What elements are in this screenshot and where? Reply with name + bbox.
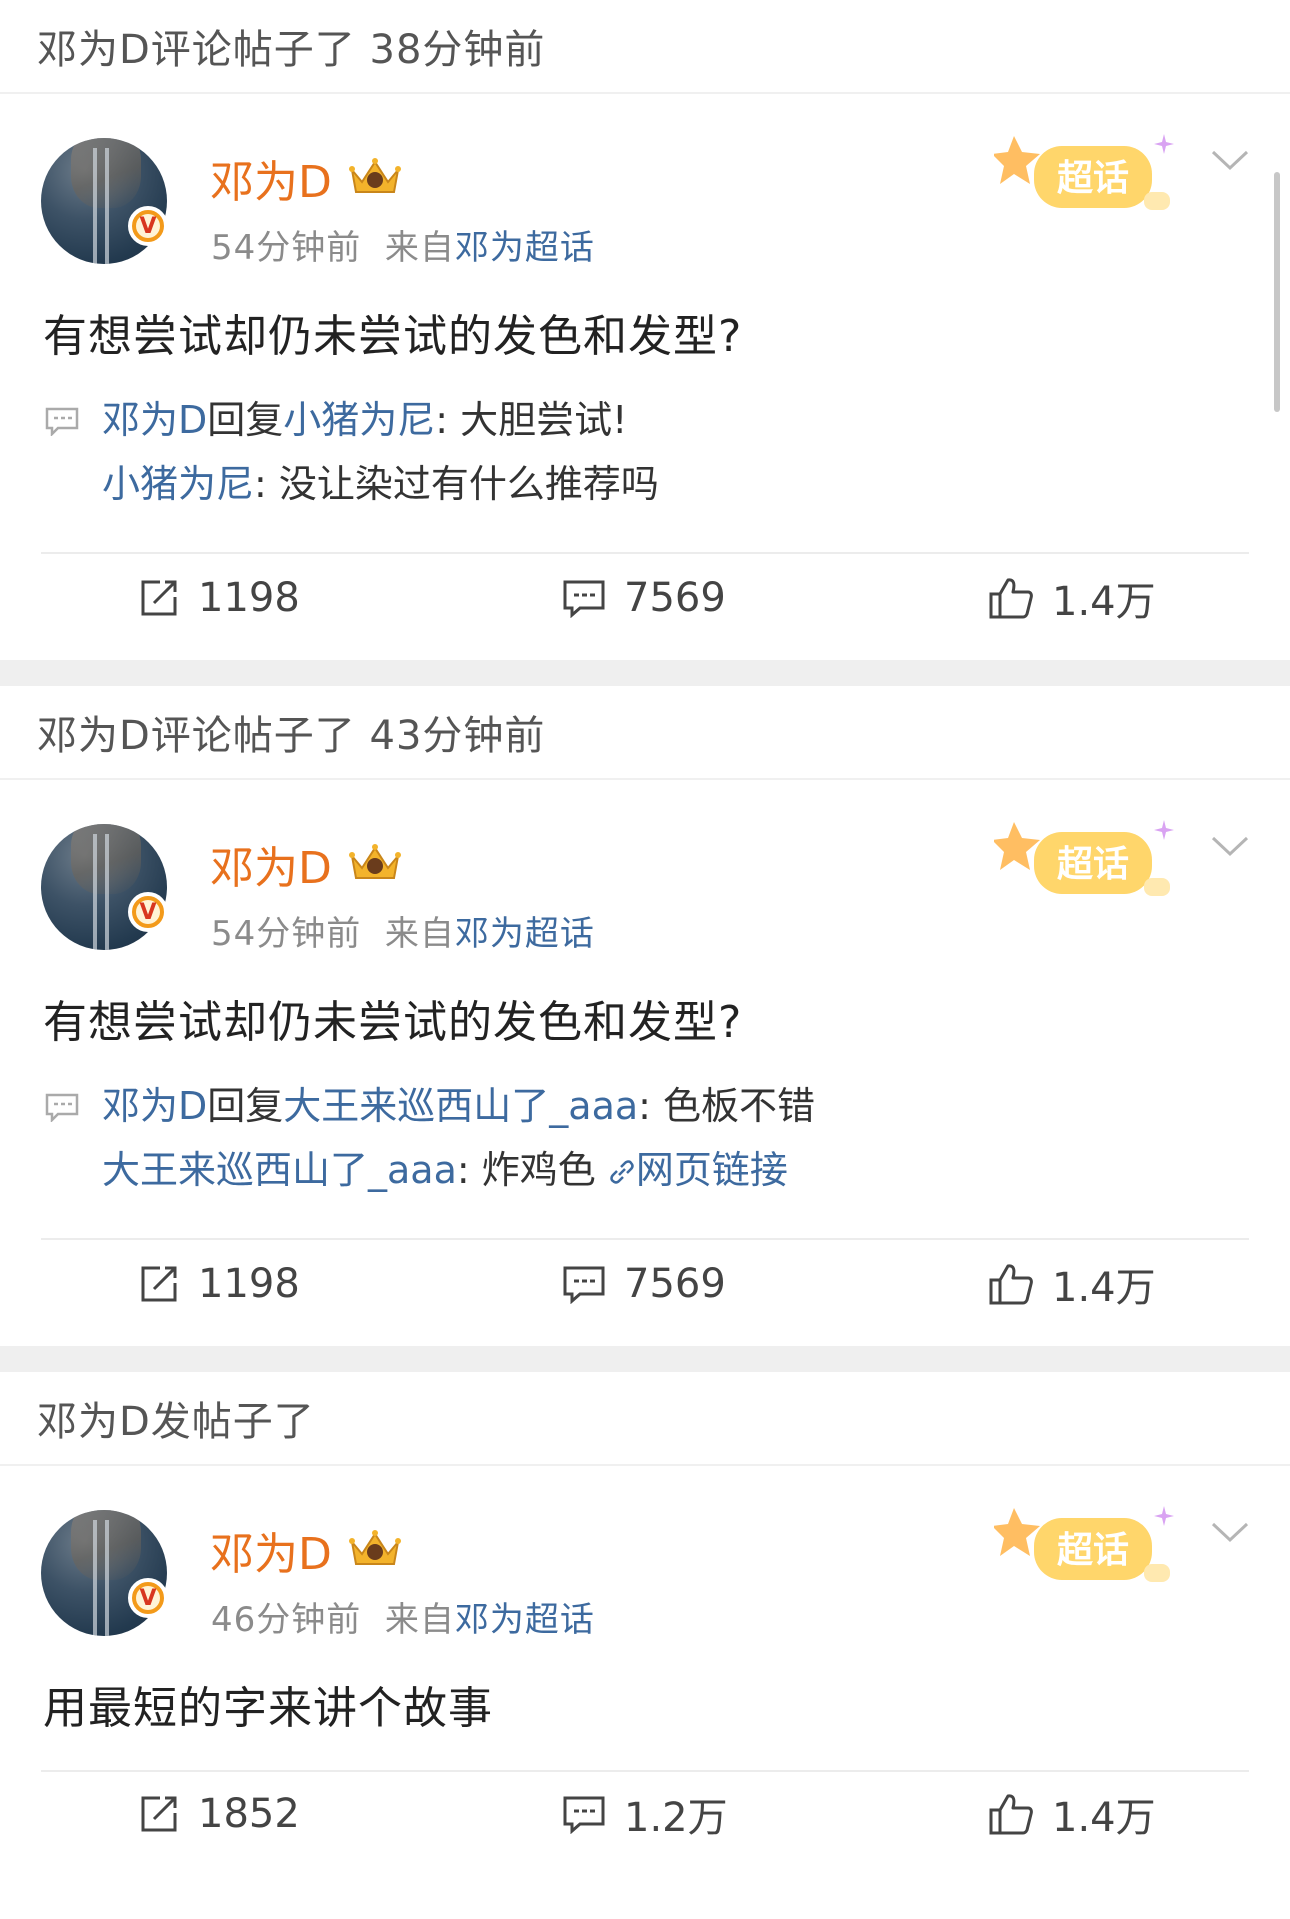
reply-bubble-icon [45,407,79,436]
user-name[interactable]: 邓为D [210,1518,332,1582]
action-bar: 1198 7569 1.4万 [0,1254,1290,1314]
repost-icon [141,1796,177,1832]
post-card[interactable]: V 邓为D 46分钟前 来自邓为超话 超话 用最短的字来讲个故事 1852 1.… [0,1466,1290,1866]
reply-target[interactable]: 大王来巡西山了_aaa [283,1084,638,1128]
divider [41,1238,1249,1240]
comment-icon [563,1796,605,1834]
like-icon [989,1794,1033,1835]
reply-user[interactable]: 邓为D [102,398,207,442]
section-gap [0,660,1290,686]
reply-bubble-icon [45,1093,79,1122]
crown-icon [349,158,401,193]
action-bar: 1852 1.2万 1.4万 [0,1784,1290,1844]
reply-line: 小猪为尼: 没让染过有什么推荐吗 [102,462,659,506]
chaohua-badge[interactable]: 超话 [994,1498,1182,1598]
comment-preview[interactable]: 邓为D回复小猪为尼: 大胆尝试! 小猪为尼: 没让染过有什么推荐吗 [44,388,659,516]
chaohua-badge[interactable]: 超话 [994,126,1182,226]
source-link[interactable]: 邓为超话 [455,1600,595,1640]
comment-preview[interactable]: 邓为D回复大王来巡西山了_aaa: 色板不错 大王来巡西山了_aaa: 炸鸡色 … [44,1074,815,1202]
chaohua-badge[interactable]: 超话 [994,812,1182,912]
like-button[interactable]: 1.4万 [988,1254,1156,1314]
reply-line: 大王来巡西山了_aaa: 炸鸡色 网页链接 [102,1148,788,1192]
repost-button[interactable]: 1198 [138,1254,300,1314]
web-link[interactable]: 网页链接 [608,1148,788,1192]
scrollbar[interactable] [1274,172,1280,412]
activity-header: 邓为D评论帖子了 38分钟前 [0,0,1290,94]
post-card[interactable]: V 邓为D 54分钟前 来自邓为超话 超话 有想尝试却仍未尝试的发色和发型? 邓… [0,780,1290,1346]
post-text: 有想尝试却仍未尝试的发色和发型? [43,311,743,362]
crown-icon [349,844,401,879]
svg-text:超话: 超话 [1057,844,1129,885]
reply-user[interactable]: 邓为D [102,1084,207,1128]
svg-text:超话: 超话 [1057,1530,1129,1571]
reply-user[interactable]: 小猪为尼 [102,462,254,506]
comment-icon [563,1266,605,1304]
source-link[interactable]: 邓为超话 [455,228,595,268]
reply-line: 邓为D回复小猪为尼: 大胆尝试! [102,398,628,442]
divider [41,552,1249,554]
post-meta: 46分钟前 来自邓为超话 [211,1600,595,1640]
activity-header: 邓为D发帖子了 [0,1372,1290,1466]
comment-button[interactable]: 7569 [562,568,726,628]
user-name[interactable]: 邓为D [210,832,332,896]
action-bar: 1198 7569 1.4万 [0,568,1290,628]
verified-badge: V [128,892,168,932]
verified-badge: V [128,206,168,246]
chevron-down-icon[interactable] [1210,1520,1250,1544]
repost-button[interactable]: 1198 [138,568,300,628]
like-button[interactable]: 1.4万 [988,568,1156,628]
repost-icon [141,1266,177,1302]
user-name[interactable]: 邓为D [210,146,332,210]
section-gap [0,1346,1290,1372]
comment-button[interactable]: 1.2万 [562,1784,728,1844]
reply-user[interactable]: 大王来巡西山了_aaa [102,1148,457,1192]
crown-icon [349,1530,401,1565]
svg-text:超话: 超话 [1057,158,1129,199]
comment-button[interactable]: 7569 [562,1254,726,1314]
reply-target[interactable]: 小猪为尼 [283,398,435,442]
chevron-down-icon[interactable] [1210,834,1250,858]
source-link[interactable]: 邓为超话 [455,914,595,954]
like-icon [989,578,1033,619]
post-meta: 54分钟前 来自邓为超话 [211,914,595,954]
post-text: 有想尝试却仍未尝试的发色和发型? [43,997,743,1048]
chevron-down-icon[interactable] [1210,148,1250,172]
like-icon [989,1264,1033,1305]
reply-line: 邓为D回复大王来巡西山了_aaa: 色板不错 [102,1084,816,1128]
post-meta: 54分钟前 来自邓为超话 [211,228,595,268]
divider [41,1770,1249,1772]
activity-header: 邓为D评论帖子了 43分钟前 [0,686,1290,780]
like-button[interactable]: 1.4万 [988,1784,1156,1844]
link-icon [610,1160,634,1184]
repost-button[interactable]: 1852 [138,1784,300,1844]
verified-badge: V [128,1578,168,1618]
post-card[interactable]: V 邓为D 54分钟前 来自邓为超话 超话 有想尝试却仍未尝试的发色和发型? 邓… [0,94,1290,660]
comment-icon [563,580,605,618]
post-text: 用最短的字来讲个故事 [43,1683,493,1734]
repost-icon [141,580,177,616]
